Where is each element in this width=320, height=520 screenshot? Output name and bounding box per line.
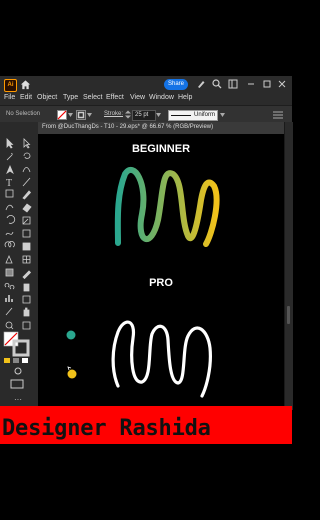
fill-dropdown-icon[interactable] (68, 113, 73, 117)
profile-dropdown-icon[interactable] (220, 113, 225, 117)
yellow-color-dot[interactable] (67, 369, 77, 379)
screen-mode-icon[interactable] (10, 379, 24, 389)
selection-tool-icon[interactable] (6, 138, 14, 149)
stroke-weight-field[interactable]: 25 pt (132, 110, 156, 121)
shaper-tool-icon[interactable] (5, 204, 14, 211)
stroke-weight-value: 25 pt (135, 112, 149, 118)
lasso-tool-icon[interactable] (23, 152, 31, 159)
artwork (66, 166, 220, 398)
pen-tool-icon[interactable] (6, 164, 14, 175)
magic-wand-tool-icon[interactable] (6, 152, 14, 161)
search-icon[interactable] (212, 79, 222, 89)
gradient-mode-button[interactable] (13, 358, 19, 363)
brush-icon[interactable] (196, 79, 206, 89)
menu-file[interactable]: File (4, 94, 15, 101)
print-tiling-tool-icon[interactable] (22, 321, 31, 330)
control-bar: No Selection Stroke: 25 pt Uniform (0, 105, 292, 123)
perspective-grid-tool-icon[interactable] (5, 254, 13, 264)
symbol-sprayer-tool-icon[interactable] (23, 283, 30, 292)
menu-edit[interactable]: Edit (20, 94, 32, 101)
teal-color-dot[interactable] (66, 330, 76, 340)
scale-tool-icon[interactable] (22, 216, 31, 225)
mesh-tool-icon[interactable] (22, 255, 31, 264)
shape-builder-tool-icon[interactable] (4, 241, 15, 248)
watermark-banner: Designer Rashida (0, 406, 292, 444)
stepper-icon[interactable] (125, 110, 131, 119)
stroke-dropdown-icon[interactable] (87, 113, 92, 117)
direct-selection-tool-icon[interactable] (23, 138, 31, 149)
warp-tool-icon[interactable] (5, 231, 14, 236)
eraser-tool-icon[interactable] (22, 203, 32, 213)
tools-panel: T ··· (0, 122, 38, 410)
yellow-dot-handle (67, 366, 72, 371)
right-panel-dock (284, 122, 293, 410)
blend-tool-icon[interactable] (4, 282, 15, 290)
document-tab[interactable]: From @DucThangDs - T10 - 29.eps* @ 66.67… (38, 122, 284, 134)
type-tool-icon[interactable]: T (6, 178, 12, 189)
maximize-icon[interactable] (262, 79, 272, 89)
line-segment-tool-icon[interactable] (22, 177, 31, 187)
live-paint-tool-icon[interactable] (22, 242, 31, 251)
gradient-tool-icon[interactable] (5, 268, 14, 277)
profile-label: Uniform (194, 112, 216, 118)
app-bar: Ai Share (0, 76, 292, 93)
artboard-tool-icon[interactable] (22, 295, 31, 304)
stroke-label[interactable]: Stroke: (104, 111, 123, 117)
beginner-gradient-swirl[interactable] (114, 166, 220, 247)
eyedropper-tool-icon[interactable] (22, 270, 32, 280)
none-mode-button[interactable] (22, 358, 28, 363)
rotate-tool-icon[interactable] (6, 215, 16, 224)
zoom-handle (10, 326, 14, 330)
artboard-canvas[interactable]: BEGINNER PRO (38, 134, 284, 410)
slice-tool-icon[interactable] (5, 307, 13, 316)
home-icon[interactable] (20, 79, 31, 90)
profile-preview-line (171, 115, 191, 116)
pro-white-swirl[interactable] (111, 320, 212, 398)
draw-mode-icon[interactable] (14, 367, 22, 375)
menu-bar: File Edit Object Type Select Effect View… (0, 93, 292, 105)
tool-icons: T ··· (3, 138, 32, 404)
menu-window[interactable]: Window (149, 94, 174, 101)
selection-status: No Selection (6, 111, 41, 117)
column-graph-tool-icon[interactable] (5, 295, 13, 302)
edit-toolbar-icon[interactable]: ··· (14, 395, 22, 404)
panel-scroll-handle[interactable] (287, 306, 290, 324)
hand-tool-icon[interactable] (23, 307, 30, 317)
color-mode-button[interactable] (4, 358, 10, 363)
menu-object[interactable]: Object (37, 94, 57, 101)
rectangle-tool-icon[interactable] (5, 189, 14, 198)
share-button[interactable]: Share (164, 79, 188, 90)
workspace-icon[interactable] (228, 79, 238, 89)
banner-text: Designer Rashida (2, 416, 211, 441)
menu-select[interactable]: Select (83, 94, 102, 101)
close-icon[interactable] (277, 79, 287, 89)
stroke-swatch[interactable] (76, 110, 86, 120)
stroke-weight-dropdown-icon[interactable] (156, 113, 161, 117)
menu-type[interactable]: Type (63, 94, 78, 101)
free-transform-tool-icon[interactable] (22, 229, 31, 238)
more-options-icon[interactable] (272, 110, 284, 120)
fill-swatch-none[interactable] (57, 110, 67, 120)
menu-view[interactable]: View (130, 94, 145, 101)
app-logo[interactable]: Ai (4, 79, 17, 92)
menu-effect[interactable]: Effect (106, 94, 124, 101)
document-tab-title: From @DucThangDs - T10 - 29.eps* @ 66.67… (42, 124, 214, 130)
minimize-icon[interactable] (246, 79, 256, 89)
stroke-profile-select[interactable]: Uniform (168, 110, 218, 121)
curvature-tool-icon[interactable] (22, 167, 31, 173)
paintbrush-tool-icon[interactable] (22, 190, 32, 200)
menu-help[interactable]: Help (178, 94, 192, 101)
